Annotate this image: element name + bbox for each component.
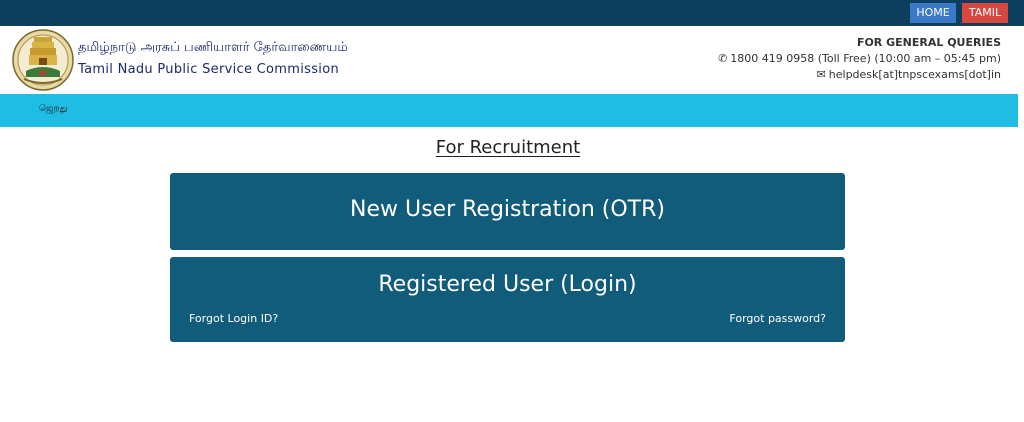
tamil-language-button[interactable]: TAMIL [962, 3, 1008, 23]
tamil-title: தமிழ்நாடு அரசுப் பணியாளர் தேர்வாணையம் [78, 40, 348, 55]
registration-label: New User Registration (OTR) [350, 197, 665, 222]
home-button[interactable]: HOME [910, 3, 956, 23]
forgot-login-id-link[interactable]: Forgot Login ID? [189, 312, 278, 325]
site-header: தமிழ்நாடு அரசுப் பணியாளர் தேர்வாணையம் Ta… [0, 26, 1024, 94]
tn-emblem-logo[interactable] [12, 27, 74, 93]
registered-user-login-panel[interactable]: Registered User (Login) Forgot Login ID?… [170, 257, 845, 342]
nav-bar: ஜெறது [0, 94, 1018, 127]
top-bar: HOME TAMIL [0, 0, 1024, 26]
envelope-icon: ✉ [816, 68, 826, 81]
english-title: Tamil Nadu Public Service Commission [78, 62, 339, 77]
phone-icon: ✆ [718, 52, 728, 65]
new-user-registration-button[interactable]: New User Registration (OTR) [170, 173, 845, 250]
phone-text: 1800 419 0958 (Toll Free) (10:00 am – 05… [730, 52, 1001, 65]
section-title: For Recruitment [435, 137, 581, 158]
nav-item[interactable]: ஜெறது [39, 104, 67, 115]
email-text: helpdesk[at]tnpscexams[dot]in [828, 68, 1001, 81]
phone-info: ✆ 1800 419 0958 (Toll Free) (10:00 am – 0… [718, 52, 1001, 65]
login-label[interactable]: Registered User (Login) [170, 272, 845, 297]
email-info: ✉ helpdesk[at]tnpscexams[dot]in [817, 68, 1001, 81]
queries-heading: FOR GENERAL QUERIES [856, 36, 1001, 49]
forgot-password-link[interactable]: Forgot password? [729, 312, 826, 325]
